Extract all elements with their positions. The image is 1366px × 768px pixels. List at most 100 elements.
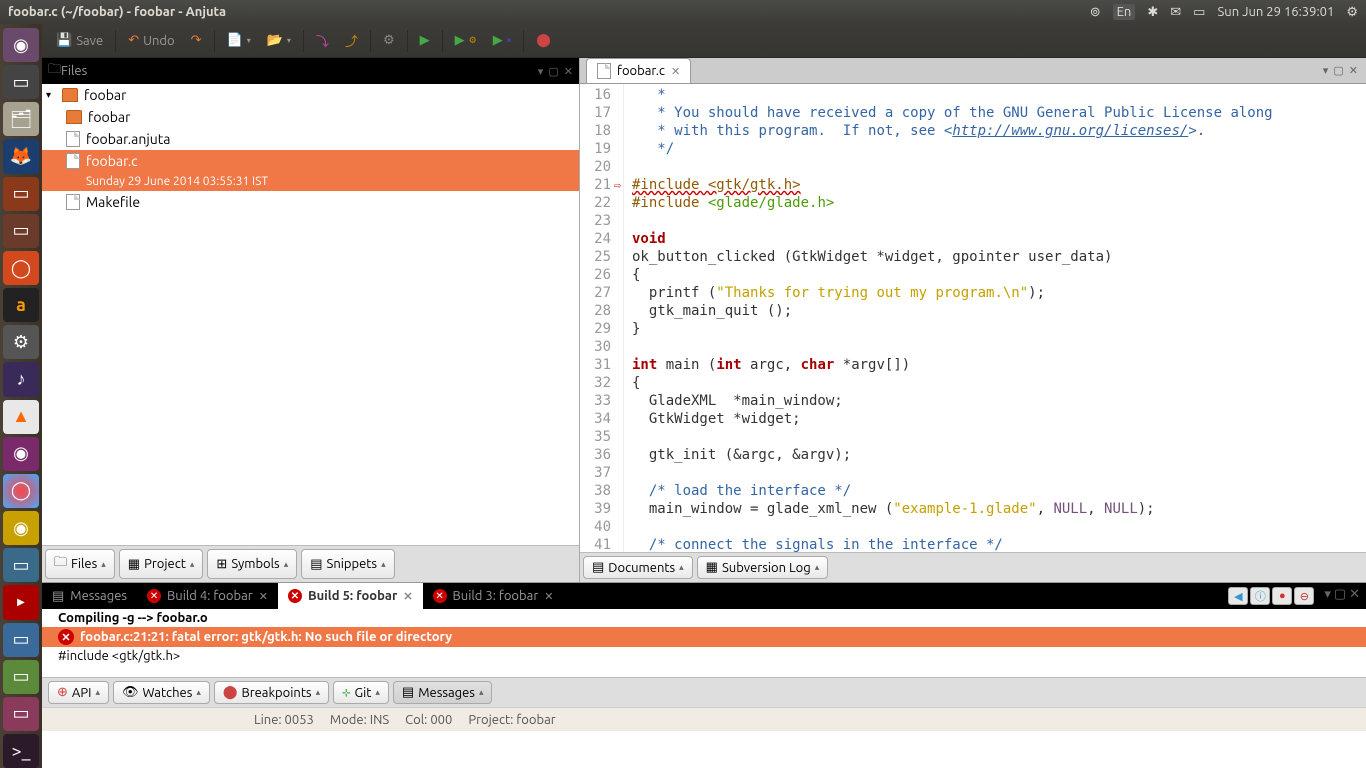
status-mode: Mode: INS	[330, 713, 389, 727]
error-icon: ✕	[433, 589, 447, 603]
undo-button[interactable]: ↶Undo	[120, 29, 182, 52]
file-icon	[66, 131, 80, 147]
eye-icon: 👁	[122, 685, 139, 700]
panel-controls[interactable]: ▾ ▢ ✕	[1324, 587, 1360, 605]
code-editor[interactable]: 1617181920⇨21222324252627282930313233343…	[580, 84, 1366, 552]
firefox-launcher[interactable]: 🦊	[3, 139, 39, 173]
keyboard-indicator[interactable]: En	[1113, 4, 1136, 20]
unity-launcher: ◉ ▭ 🗂 🦊 ▭ ▭ ◯ a ⚙ ♪ ▲ ◉ ◯ ◉ ▭ ▶ ▭ ▭ ▭ >_	[0, 24, 42, 768]
message-line[interactable]: Compiling -g --> foobar.o	[42, 609, 1366, 627]
settings-launcher[interactable]: ⚙	[3, 325, 39, 359]
status-project: Project: foobar	[468, 713, 555, 727]
debug-step-over-button[interactable]: ⤴	[337, 27, 366, 54]
status-line: Line: 0053	[254, 713, 314, 727]
prev-button[interactable]: ◀	[1228, 587, 1248, 605]
code-area[interactable]: * * You should have received a copy of t…	[624, 84, 1366, 552]
launcher-item[interactable]: ▭	[3, 697, 39, 731]
file-tree[interactable]: ▾ foobar foobarfoobar.anjutafoobar.cSund…	[42, 84, 579, 545]
debug-run-button[interactable]: ▶⚙	[447, 29, 485, 52]
svn-icon: ▦	[706, 560, 718, 575]
debug-continue-button[interactable]: ▶⏸	[485, 29, 520, 52]
tab-git[interactable]: ⊹Git▴	[333, 681, 389, 704]
anjuta-launcher[interactable]: ▭	[3, 623, 39, 657]
remove-button[interactable]: ⊖	[1294, 587, 1314, 605]
run-button[interactable]: ▶	[412, 29, 438, 52]
tree-item[interactable]: Makefile	[42, 191, 579, 213]
launcher-item[interactable]: ◉	[3, 511, 39, 545]
launcher-item[interactable]: ◯	[3, 251, 39, 285]
save-button[interactable]: 💾Save	[48, 29, 111, 52]
tab-subversion[interactable]: ▦Subversion Log▴	[697, 556, 829, 579]
dash-icon[interactable]: ◉	[3, 28, 39, 62]
window-title: foobar.c (~/foobar) - foobar - Anjuta	[8, 5, 1090, 19]
close-icon[interactable]: ✕	[403, 590, 412, 603]
launcher-item[interactable]: ▭	[3, 65, 39, 99]
stop-button[interactable]: ⬤	[528, 29, 559, 52]
git-icon: ⊹	[342, 687, 350, 699]
message-line[interactable]: ✕foobar.c:21:21: fatal error: gtk/gtk.h:…	[42, 627, 1366, 647]
error-filter-button[interactable]: ●	[1272, 587, 1292, 605]
messages-tab[interactable]: ✕Build 5: foobar✕	[278, 583, 423, 609]
launcher-item[interactable]: ▭	[3, 548, 39, 582]
launcher-item[interactable]: ◯	[3, 474, 39, 508]
tree-item[interactable]: foobar.cSunday 29 June 2014 03:55:31 IST	[42, 150, 579, 191]
expander-icon[interactable]: ▾	[46, 89, 56, 101]
messages-tab[interactable]: ▤Messages	[42, 583, 137, 609]
tree-root[interactable]: ▾ foobar	[42, 84, 579, 106]
error-icon: ✕	[288, 589, 302, 603]
battery-icon[interactable]: ▭	[1193, 5, 1205, 20]
error-icon: ✕	[147, 589, 161, 603]
editor-tab[interactable]: foobar.c ✕	[586, 58, 691, 83]
bluetooth-icon[interactable]: ✱	[1147, 5, 1158, 20]
tab-files[interactable]: 🗀Files▴	[45, 549, 115, 579]
open-button[interactable]: 📂▾	[259, 29, 299, 52]
messages-content[interactable]: Compiling -g --> foobar.o✕foobar.c:21:21…	[42, 609, 1366, 677]
panel-controls[interactable]: ▾ ▢ ✕	[538, 65, 573, 78]
messages-tab[interactable]: ✕Build 4: foobar✕	[137, 583, 278, 609]
error-icon: ✕	[58, 629, 74, 645]
tab-project[interactable]: ▦Project▴	[119, 549, 204, 579]
panel-controls[interactable]: ▾ ▢ ✕	[1323, 64, 1358, 77]
tab-messages[interactable]: ▤Messages▴	[393, 681, 493, 704]
launcher-item[interactable]: ▭	[3, 660, 39, 694]
amazon-launcher[interactable]: a	[3, 288, 39, 322]
info-button[interactable]: ⓘ	[1250, 587, 1270, 605]
tab-watches[interactable]: 👁Watches▴	[113, 681, 210, 704]
ubuntu-top-bar: foobar.c (~/foobar) - foobar - Anjuta ⊚ …	[0, 0, 1366, 24]
redo-button[interactable]: ↷	[183, 29, 210, 52]
close-icon[interactable]: ✕	[259, 590, 268, 603]
gear-icon[interactable]: ⚙	[1346, 5, 1358, 20]
close-icon[interactable]: ✕	[671, 65, 680, 78]
files-launcher[interactable]: 🗂	[3, 102, 39, 136]
launcher-item[interactable]: ▭	[3, 177, 39, 211]
tree-item[interactable]: foobar.anjuta	[42, 128, 579, 150]
wifi-icon[interactable]: ⊚	[1090, 5, 1101, 20]
editor-bottom-tabs: ▤Documents▴ ▦Subversion Log▴	[580, 552, 1366, 582]
tab-breakpoints[interactable]: ⬤Breakpoints▴	[214, 681, 329, 704]
launcher-item[interactable]: ◉	[3, 437, 39, 471]
launcher-item[interactable]: ♪	[3, 362, 39, 396]
tab-symbols[interactable]: ⊞Symbols▴	[207, 549, 297, 579]
breakpoint-icon: ⬤	[223, 685, 238, 700]
debug-step-button[interactable]: ⤵	[308, 27, 337, 54]
build-button[interactable]: ⚙	[375, 29, 403, 52]
tab-api[interactable]: ⊕API▴	[48, 681, 109, 704]
terminal-launcher[interactable]: >_	[3, 734, 39, 768]
tab-snippets[interactable]: ▤Snippets▴	[301, 549, 394, 579]
new-file-button[interactable]: 📄▾	[219, 29, 259, 52]
messages-tab[interactable]: ✕Build 3: foobar✕	[423, 583, 564, 609]
mail-icon[interactable]: ✉	[1170, 5, 1181, 20]
clock[interactable]: Sun Jun 29 16:39:01	[1217, 5, 1334, 19]
file-icon	[66, 153, 80, 169]
main-toolbar: 💾Save ↶Undo ↷ 📄▾ 📂▾ ⤵ ⤴ ⚙ ▶ ▶⚙ ▶⏸ ⬤	[42, 24, 1366, 58]
editor-panel: foobar.c ✕ ▾ ▢ ✕ 1617181920⇨212223242526…	[580, 58, 1366, 582]
tree-item[interactable]: foobar	[42, 106, 579, 128]
snippets-icon: ▤	[310, 557, 322, 572]
tab-documents[interactable]: ▤Documents▴	[583, 556, 693, 579]
close-icon[interactable]: ✕	[544, 590, 553, 603]
launcher-item[interactable]: ▶	[3, 585, 39, 619]
vlc-launcher[interactable]: ▲	[3, 400, 39, 434]
launcher-item[interactable]: ▭	[3, 214, 39, 248]
lower-bottom-tabs: ⊕API▴ 👁Watches▴ ⬤Breakpoints▴ ⊹Git▴ ▤Mes…	[42, 677, 1366, 707]
message-line[interactable]: #include <gtk/gtk.h>	[42, 647, 1366, 665]
